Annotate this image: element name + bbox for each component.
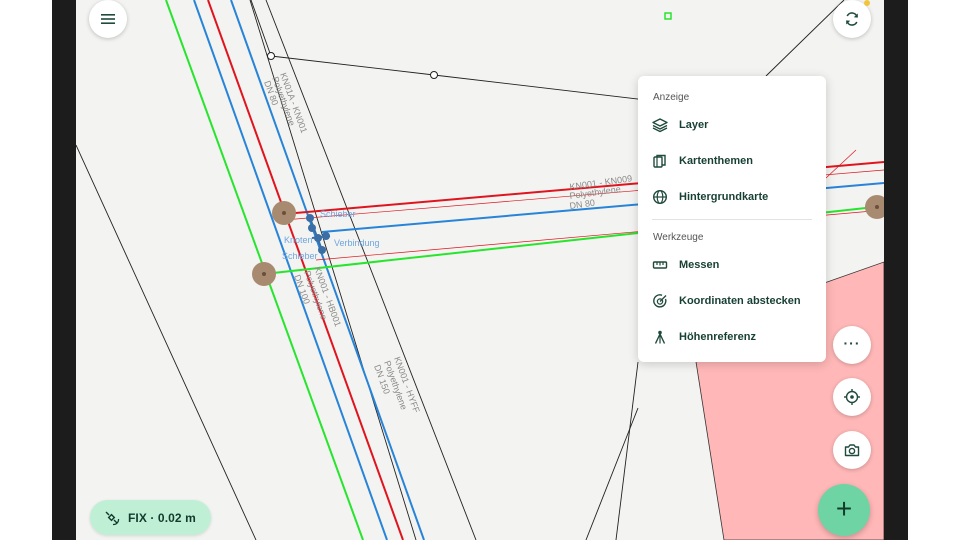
- hamburger-icon: [101, 14, 115, 24]
- menu-item-kartenthemen[interactable]: Kartenthemen: [638, 144, 826, 178]
- map-options-menu: Anzeige Layer Kartenthemen Hintergrundka…: [638, 76, 826, 362]
- boundary-line: [433, 74, 647, 101]
- menu-item-hoehenreferenz[interactable]: Höhenreferenz: [638, 320, 826, 354]
- menu-divider: [652, 219, 812, 220]
- globe-icon: [652, 189, 668, 205]
- device-bezel-right: [884, 0, 908, 540]
- more-options-button[interactable]: ···: [833, 326, 871, 364]
- node-type-label: Knoten: [284, 235, 313, 245]
- satellite-icon: [105, 511, 120, 525]
- manhole-center: [875, 205, 879, 209]
- tripod-icon: [654, 330, 666, 344]
- boundary-line: [765, 0, 845, 77]
- vertex-marker[interactable]: [430, 71, 438, 79]
- boundary-line: [250, 0, 272, 57]
- menu-item-label: Höhenreferenz: [679, 331, 757, 343]
- boundary-line: [76, 144, 257, 540]
- target-icon: [653, 294, 667, 308]
- menu-item-label: Layer: [679, 119, 709, 131]
- device-frame-right: [908, 0, 960, 540]
- ruler-icon: [652, 261, 668, 269]
- menu-item-label: Koordinaten abstecken: [679, 295, 801, 307]
- locate-icon: [844, 389, 860, 405]
- manhole-center: [282, 211, 286, 215]
- add-feature-button[interactable]: +: [818, 484, 870, 536]
- gps-status-text: FIX · 0.02 m: [128, 510, 196, 525]
- sync-icon: [846, 12, 858, 26]
- menu-item-label: Kartenthemen: [679, 155, 753, 167]
- gps-status-chip[interactable]: FIX · 0.02 m: [90, 500, 211, 535]
- menu-item-label: Hintergrundkarte: [679, 191, 769, 203]
- menu-item-messen[interactable]: Messen: [638, 248, 826, 282]
- camera-icon: [844, 444, 860, 457]
- main-menu-button[interactable]: [89, 0, 127, 38]
- connection-label: Verbindung: [334, 238, 380, 248]
- device-bezel-left: [52, 0, 76, 540]
- manhole-center: [262, 272, 266, 276]
- manhole-node[interactable]: [865, 195, 884, 219]
- locate-me-button[interactable]: [833, 378, 871, 416]
- map-themes-icon: [653, 154, 666, 168]
- menu-section-tools: Werkzeuge: [653, 232, 704, 243]
- menu-item-layer[interactable]: Layer: [638, 108, 826, 142]
- boundary-line: [270, 55, 435, 76]
- menu-item-hintergrundkarte[interactable]: Hintergrundkarte: [638, 180, 826, 214]
- gps-target-marker[interactable]: [664, 12, 672, 20]
- valve-label: Schieber: [320, 209, 356, 219]
- boundary-line: [615, 361, 639, 540]
- plus-icon: +: [835, 493, 853, 524]
- camera-button[interactable]: [833, 431, 871, 469]
- menu-item-koordinaten-abstecken[interactable]: Koordinaten abstecken: [638, 284, 826, 318]
- device-frame-left: [0, 0, 52, 540]
- menu-item-label: Messen: [679, 259, 720, 271]
- menu-section-display: Anzeige: [653, 92, 690, 103]
- valve-label: Schieber: [282, 251, 318, 261]
- sync-status-dot: [864, 0, 870, 6]
- vertex-marker[interactable]: [267, 52, 275, 60]
- map-view[interactable]: KN01A - KN001 Polyethylene DN 80 KN001 -…: [76, 0, 884, 540]
- ellipsis-icon: ···: [843, 335, 861, 351]
- layers-icon: [652, 118, 668, 133]
